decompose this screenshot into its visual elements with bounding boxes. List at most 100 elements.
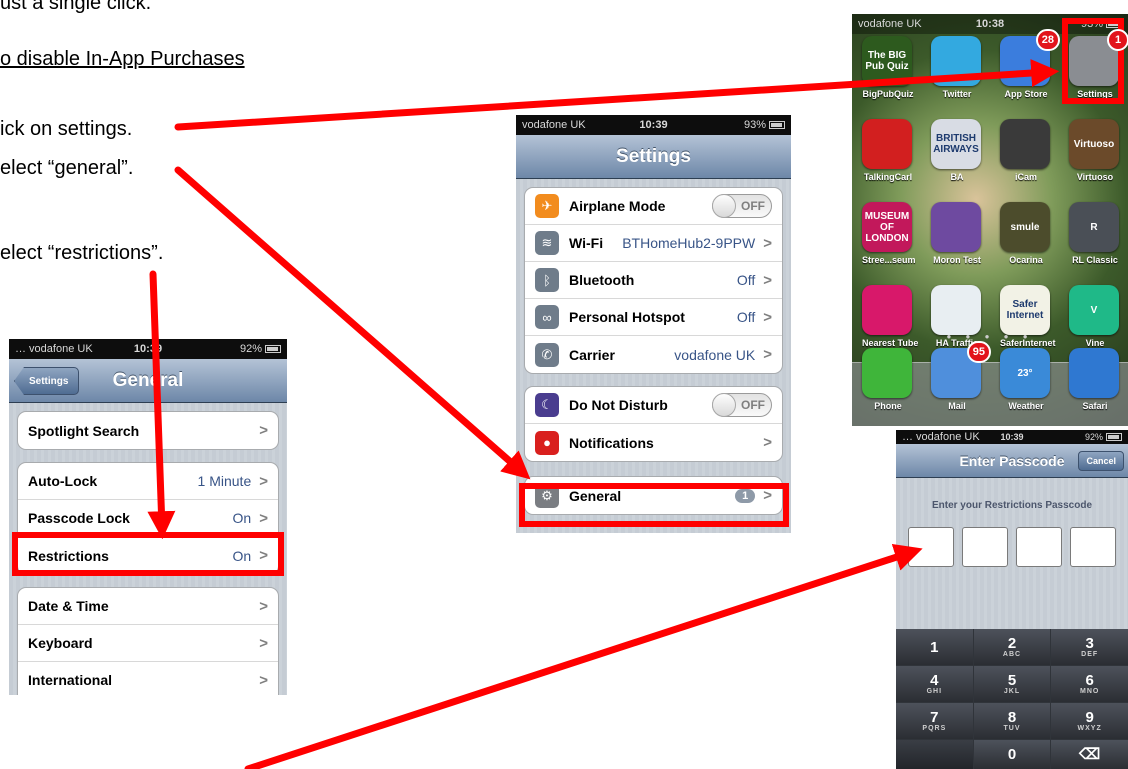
app-weather[interactable]: 23° Weather	[1000, 348, 1052, 411]
settings-item-label: Bluetooth	[569, 272, 635, 288]
keypad-key-9[interactable]: 9 WXYZ	[1051, 703, 1128, 739]
general-item-label: Spotlight Search	[28, 422, 140, 439]
app-moron-test[interactable]: Moron Test	[931, 202, 983, 265]
app-label: Virtuoso	[1076, 172, 1114, 182]
key-number: 4	[930, 672, 939, 689]
settings-group: Date & Time>Keyboard>International>Acces…	[17, 587, 279, 695]
settings-item-value: BTHomeHub2-9PPW	[622, 235, 756, 251]
general-item-label: Keyboard	[28, 635, 93, 651]
app-twitter[interactable]: Twitter	[931, 36, 983, 99]
key-number: 9	[1085, 709, 1094, 726]
settings-group: Spotlight Search >	[17, 411, 279, 450]
general-item-label: International	[28, 672, 113, 688]
toggle-knob	[712, 393, 736, 417]
keypad-key-4[interactable]: 4 GHI	[896, 666, 973, 702]
passcode-digit-field[interactable]	[1016, 527, 1062, 567]
page-title: Enter Passcode	[959, 452, 1065, 469]
keypad-key-3[interactable]: 3 DEF	[1051, 629, 1128, 665]
keypad-key-7[interactable]: 7 PQRS	[896, 703, 973, 739]
settings-list: ✈ Airplane Mode OFF ≋ Wi-Fi BTHomeHub2-9PPW > ᛒ…	[516, 179, 791, 533]
chevron-right-icon: >	[763, 308, 772, 326]
app-app-store[interactable]: 28 App Store	[1000, 29, 1060, 99]
key-letters: ABC	[1002, 651, 1022, 658]
toggle-switch[interactable]: OFF	[712, 194, 772, 218]
app-icon-ba-icon: BRITISH AIRWAYS	[931, 119, 981, 169]
app-ocarina[interactable]: smule Ocarina	[1000, 202, 1052, 265]
app-safari[interactable]: Safari	[1069, 348, 1121, 411]
settings-item-bluetooth[interactable]: ᛒ Bluetooth Off >	[525, 262, 782, 299]
battery-icon	[1106, 433, 1122, 441]
status-bar: … vodafone UK 10:39 92%	[9, 339, 287, 359]
key-letters: DEF	[1081, 651, 1099, 658]
settings-item-wi-fi[interactable]: ≋ Wi-Fi BTHomeHub2-9PPW >	[525, 225, 782, 262]
phone-icon: ✆	[535, 342, 559, 367]
app-label: BA	[950, 172, 964, 182]
keypad-key-1[interactable]: 1	[896, 629, 973, 665]
settings-screenshot: vodafone UK 10:39 93% Settings ✈ Airplane…	[516, 115, 791, 533]
settings-item-carrier[interactable]: ✆ Carrier vodafone UK >	[525, 336, 782, 373]
clock: 10:39	[133, 343, 163, 355]
toggle-state-label: OFF	[741, 398, 765, 412]
key-letters: GHI	[926, 688, 943, 695]
navigation-bar: Enter Passcode Cancel	[896, 444, 1128, 478]
general-item-keyboard[interactable]: Keyboard >	[18, 625, 278, 662]
app-icam[interactable]: iCam	[1000, 119, 1052, 182]
toggle-switch[interactable]: OFF	[712, 393, 772, 417]
settings-item-airplane-mode[interactable]: ✈ Airplane Mode OFF	[525, 188, 782, 225]
app-label: TalkingCarl	[863, 172, 913, 182]
key-letters: PQRS	[922, 725, 947, 732]
general-item-value: 1 Minute	[197, 473, 252, 489]
settings-item-notifications[interactable]: ● Notifications >	[525, 424, 782, 461]
app-phone[interactable]: Phone	[862, 348, 914, 411]
delete-key[interactable]: ⌫	[1051, 740, 1128, 769]
app-mail[interactable]: 95 Mail	[931, 341, 991, 411]
intro-text: ust a single click.	[0, 0, 152, 14]
general-item-label: Passcode Lock	[28, 510, 130, 526]
keypad-key-5[interactable]: 5 JKL	[973, 666, 1051, 702]
keypad-key-2[interactable]: 2 ABC	[973, 629, 1051, 665]
passcode-digit-field[interactable]	[908, 527, 954, 567]
page-title: Settings	[616, 145, 691, 167]
app-stree-seum[interactable]: MUSEUM OF LONDON Stree...seum	[862, 202, 916, 265]
cancel-button[interactable]: Cancel	[1078, 451, 1124, 471]
settings-item-personal-hotspot[interactable]: ∞ Personal Hotspot Off >	[525, 299, 782, 336]
app-rl-classic[interactable]: R RL Classic	[1069, 202, 1121, 265]
keypad-key-8[interactable]: 8 TUV	[973, 703, 1051, 739]
clock: 10:39	[1000, 432, 1024, 442]
back-button[interactable]: Settings	[14, 367, 80, 395]
general-item-spotlight-search[interactable]: Spotlight Search >	[18, 412, 278, 449]
settings-item-label: Personal Hotspot	[569, 309, 685, 325]
key-number: 7	[930, 709, 939, 726]
app-label: Safari	[1082, 401, 1108, 411]
passcode-digit-field[interactable]	[962, 527, 1008, 567]
general-item-auto-lock[interactable]: Auto-Lock 1 Minute >	[18, 463, 278, 500]
key-number: 0	[1007, 746, 1017, 763]
app-label: App Store	[1004, 89, 1048, 99]
keypad-key-6[interactable]: 6 MNO	[1051, 666, 1128, 702]
navigation-bar: Settings	[516, 135, 791, 179]
general-item-date-time[interactable]: Date & Time >	[18, 588, 278, 625]
app-bigpubquiz[interactable]: The BIG Pub Quiz BigPubQuiz	[862, 36, 914, 99]
passcode-digit-field[interactable]	[1070, 527, 1116, 567]
app-icon-icam-icon	[1000, 119, 1050, 169]
passcode-screenshot: … vodafone UK 10:39 92% Enter Passcode C…	[896, 430, 1128, 769]
app-ba[interactable]: BRITISH AIRWAYS BA	[931, 119, 983, 182]
chevron-right-icon: >	[259, 634, 268, 652]
app-talkingcarl[interactable]: TalkingCarl	[862, 119, 914, 182]
app-icon-virtuoso-icon: Virtuoso	[1069, 119, 1119, 169]
settings-item-do-not-disturb[interactable]: ☾ Do Not Disturb OFF	[525, 387, 782, 424]
app-icon-moron-test-icon	[931, 202, 981, 252]
settings-item-value: Off	[736, 272, 756, 288]
keypad-key-0[interactable]: 0	[973, 740, 1051, 769]
key-number: 3	[1085, 635, 1094, 652]
app-virtuoso[interactable]: Virtuoso Virtuoso	[1069, 119, 1121, 182]
key-number: 1	[930, 638, 939, 656]
passcode-prompt: Enter your Restrictions Passcode	[931, 500, 1093, 511]
settings-group: ☾ Do Not Disturb OFF ● Notifications >	[524, 386, 783, 462]
general-item-international[interactable]: International >	[18, 662, 278, 695]
app-label: Ocarina	[1009, 255, 1043, 265]
settings-item-label: Notifications	[569, 434, 654, 451]
clock: 10:39	[639, 119, 668, 131]
status-bar: vodafone UK 10:39 93%	[516, 115, 791, 135]
toggle-state-label: OFF	[741, 199, 765, 213]
